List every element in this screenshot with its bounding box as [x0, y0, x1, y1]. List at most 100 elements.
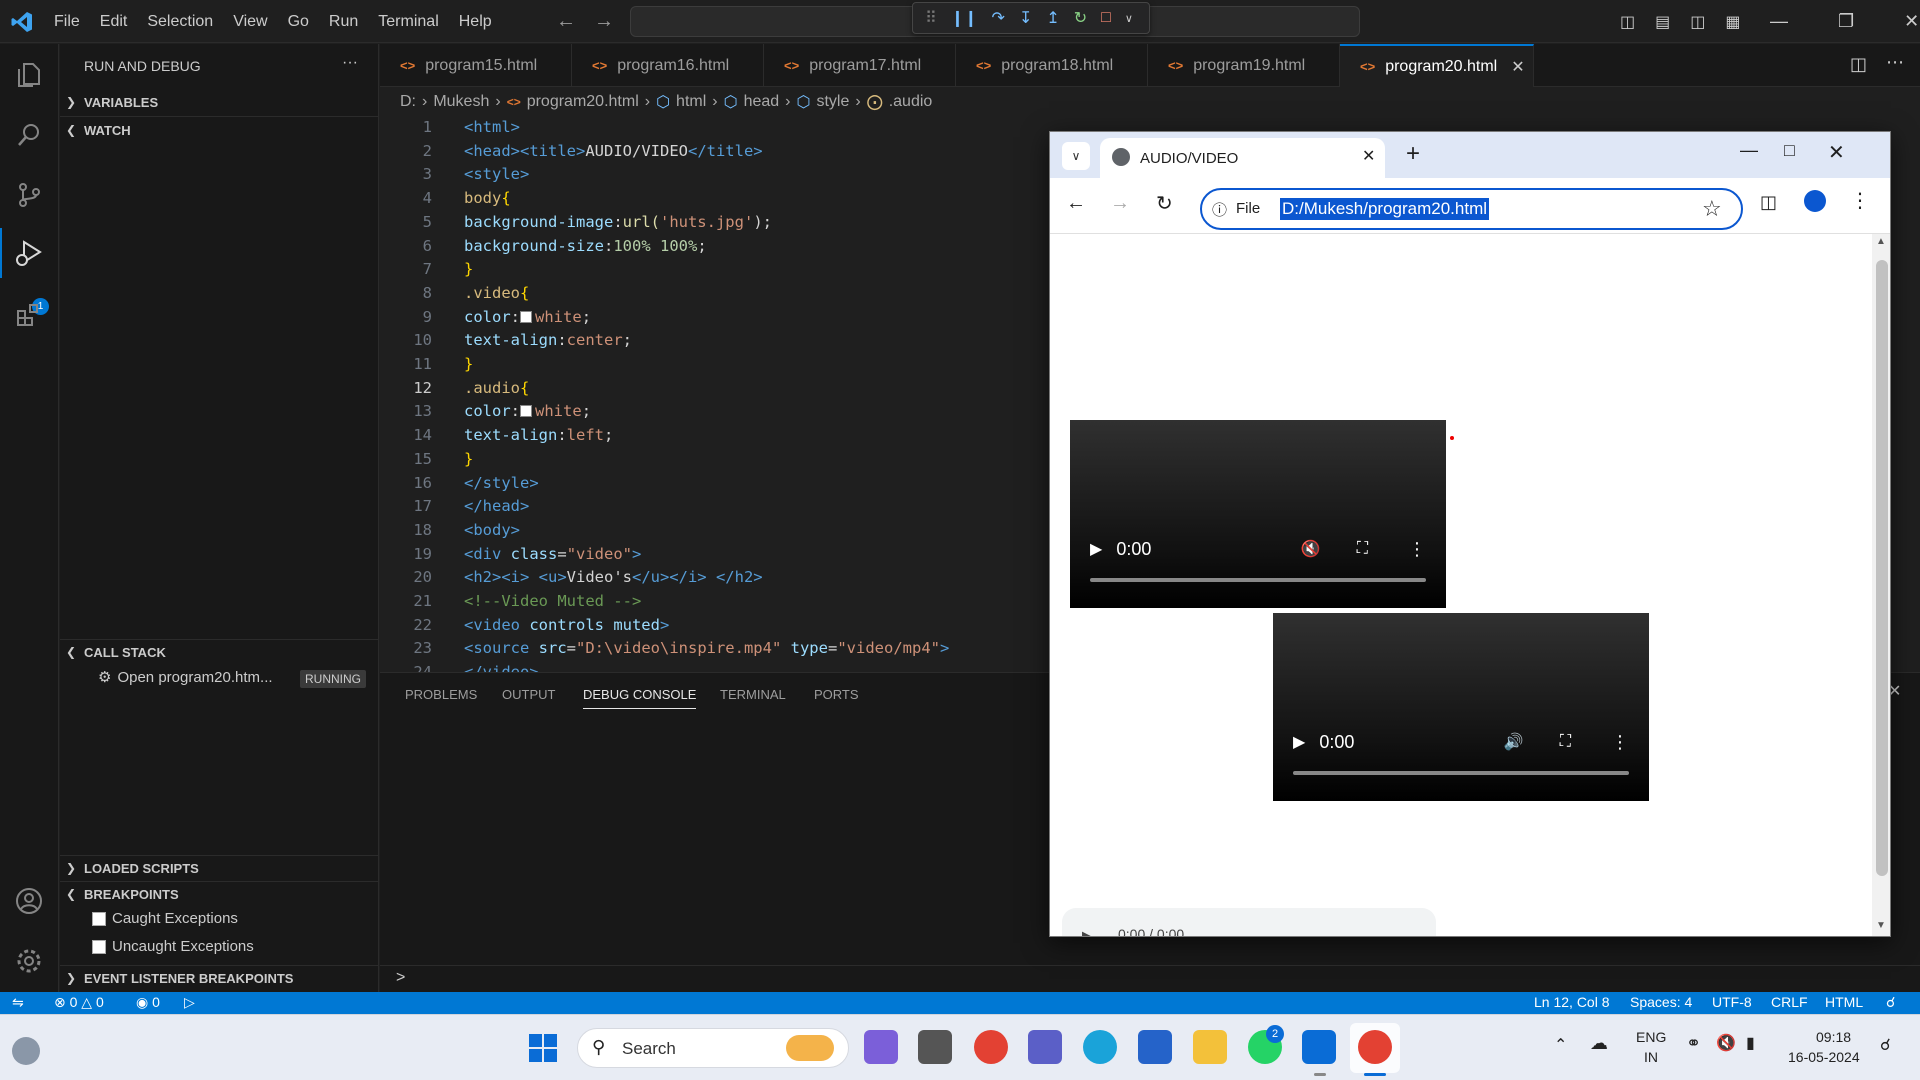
problems-status[interactable]: ⊗ 0 △ 0 [54, 994, 104, 1011]
tab-output[interactable]: OUTPUT [502, 687, 555, 702]
video-progress-bar[interactable] [1090, 578, 1426, 582]
input-language[interactable]: ENG [1636, 1029, 1666, 1045]
tab-ports[interactable]: PORTS [814, 687, 859, 702]
restore-icon[interactable]: ❐ [1838, 11, 1854, 32]
step-into-icon[interactable]: ↧ [1019, 8, 1032, 28]
uncaught-exceptions-checkbox[interactable] [92, 939, 106, 954]
taskbar-search[interactable]: ⚲ Search [577, 1028, 849, 1068]
loaded-scripts-section[interactable]: ❯ LOADED SCRIPTS [60, 856, 379, 880]
volume-icon[interactable]: 🔊 [1504, 732, 1524, 752]
drag-handle-icon[interactable]: ⠿ [925, 8, 937, 28]
debug-status-icon[interactable]: ▷ [184, 994, 195, 1011]
video-player-muted[interactable]: ▶ 0:00 🔇 ⛶ ⋮ [1070, 420, 1446, 608]
split-editor-icon[interactable]: ◫ [1850, 54, 1867, 75]
caught-exceptions-checkbox[interactable] [92, 911, 106, 926]
event-listener-breakpoints-section[interactable]: ❯ EVENT LISTENER BREAKPOINTS [60, 966, 379, 990]
tab-program20[interactable]: <> program20.html ✕ [1340, 44, 1534, 87]
maximize-icon[interactable]: □ [1784, 140, 1795, 161]
eol[interactable]: CRLF [1771, 994, 1808, 1010]
muted-icon[interactable]: 🔇 [1301, 539, 1321, 559]
tab-search-chevron-icon[interactable]: ∨ [1062, 142, 1090, 170]
scroll-down-icon[interactable]: ▼ [1876, 920, 1886, 931]
back-arrow-icon[interactable]: ← [556, 10, 576, 33]
new-tab-icon[interactable]: + [1406, 140, 1420, 168]
video-player[interactable]: ▶ 0:00 🔊 ⛶ ⋮ [1273, 613, 1649, 801]
browser-tab[interactable]: AUDIO/VIDEO ✕ [1100, 138, 1385, 178]
bookmark-star-icon[interactable]: ☆ [1702, 196, 1722, 222]
close-tab-icon[interactable]: ✕ [1362, 146, 1375, 166]
volume-muted-icon[interactable]: 🔇 [1716, 1033, 1736, 1053]
tab-program18[interactable]: <> program18.html [956, 44, 1148, 87]
call-stack-session[interactable]: ⚙ Open program20.htm... [98, 668, 273, 687]
menu-terminal[interactable]: Terminal [368, 13, 448, 31]
menu-view[interactable]: View [223, 13, 277, 31]
source-control-icon[interactable] [12, 178, 46, 212]
watch-section[interactable]: ❮ WATCH [60, 118, 379, 142]
breadcrumb-item[interactable]: html [676, 93, 706, 111]
toggle-secondary-sidebar-icon[interactable]: ◫ [1690, 12, 1705, 32]
chrome-icon[interactable] [974, 1030, 1008, 1064]
customize-layout-icon[interactable]: ▦ [1725, 12, 1740, 32]
breadcrumb-item[interactable]: .audio [889, 93, 933, 111]
site-info-icon[interactable]: ⓘ [1212, 199, 1227, 220]
call-stack-section[interactable]: ❮ CALL STACK [60, 640, 379, 664]
play-icon[interactable]: ▶ [1082, 928, 1092, 936]
breadcrumb-item[interactable]: Mukesh [433, 93, 489, 111]
vscode-taskbar-icon[interactable] [1302, 1030, 1336, 1064]
forward-icon[interactable]: → [1110, 192, 1130, 215]
stop-icon[interactable]: □ [1101, 9, 1111, 27]
battery-icon[interactable]: ▮ [1746, 1033, 1755, 1053]
explorer-icon[interactable] [12, 58, 46, 92]
widgets-icon[interactable] [12, 1037, 40, 1065]
menu-help[interactable]: Help [449, 13, 502, 31]
url-text[interactable]: D:/Mukesh/program20.html [1280, 198, 1490, 220]
store-icon[interactable] [1138, 1030, 1172, 1064]
debug-console-prompt[interactable]: > [396, 969, 405, 987]
notifications-bell-icon[interactable]: ☌ [1886, 994, 1895, 1011]
cursor-position[interactable]: Ln 12, Col 8 [1534, 994, 1610, 1010]
tab-program15[interactable]: <> program15.html [380, 44, 572, 87]
extensions-icon[interactable] [12, 298, 46, 332]
breadcrumb-item[interactable]: D: [400, 93, 416, 111]
tab-program16[interactable]: <> program16.html [572, 44, 764, 87]
restart-icon[interactable]: ↻ [1074, 8, 1087, 28]
scroll-up-icon[interactable]: ▲ [1876, 236, 1886, 247]
variables-section[interactable]: ❯ VARIABLES [60, 90, 379, 114]
menu-edit[interactable]: Edit [90, 13, 138, 31]
copilot-icon[interactable] [864, 1030, 898, 1064]
reload-icon[interactable]: ↻ [1156, 191, 1173, 216]
fullscreen-icon[interactable]: ⛶ [1357, 540, 1368, 558]
code-editor[interactable]: 123456789101112131415161718192021222324 … [380, 116, 1050, 672]
play-icon[interactable]: ▶ [1293, 732, 1305, 752]
video-options-icon[interactable]: ⋮ [1408, 539, 1426, 560]
menu-go[interactable]: Go [278, 13, 319, 31]
encoding[interactable]: UTF-8 [1712, 994, 1752, 1010]
forward-arrow-icon[interactable]: → [594, 10, 614, 33]
tab-problems[interactable]: PROBLEMS [405, 687, 477, 702]
toggle-sidebar-icon[interactable]: ◫ [1620, 12, 1635, 32]
windows-start-icon[interactable] [528, 1033, 558, 1063]
pause-icon[interactable]: ❙❙ [951, 8, 978, 28]
tab-terminal[interactable]: TERMINAL [720, 687, 786, 702]
close-icon[interactable]: ✕ [1828, 140, 1845, 165]
video-progress-bar[interactable] [1293, 771, 1629, 775]
toggle-panel-icon[interactable]: ▤ [1655, 12, 1670, 32]
onedrive-icon[interactable]: ☁ [1590, 1033, 1608, 1054]
more-actions-icon[interactable]: ⋯ [1886, 52, 1904, 73]
minimize-icon[interactable]: — [1770, 11, 1788, 32]
clock-time[interactable]: 09:18 [1816, 1029, 1851, 1045]
address-bar[interactable]: ⓘ File D:/Mukesh/program20.html ☆ [1200, 188, 1743, 230]
task-view-icon[interactable] [918, 1030, 952, 1064]
breadcrumb-item[interactable]: head [744, 93, 780, 111]
search-icon[interactable] [12, 118, 46, 152]
breadcrumb-item[interactable]: program20.html [527, 93, 639, 111]
back-icon[interactable]: ← [1066, 192, 1086, 215]
chrome-active-icon[interactable] [1358, 1030, 1392, 1064]
clock-date[interactable]: 16-05-2024 [1788, 1049, 1860, 1065]
notification-bell-icon[interactable]: ☌ [1880, 1035, 1891, 1055]
network-globe-icon[interactable]: ⚭ [1686, 1033, 1701, 1054]
indentation[interactable]: Spaces: 4 [1630, 994, 1692, 1010]
browser-menu-icon[interactable]: ⋮ [1850, 188, 1870, 213]
ports-status[interactable]: ◉ 0 [136, 994, 160, 1011]
breakpoints-section[interactable]: ❮ BREAKPOINTS [60, 882, 379, 906]
